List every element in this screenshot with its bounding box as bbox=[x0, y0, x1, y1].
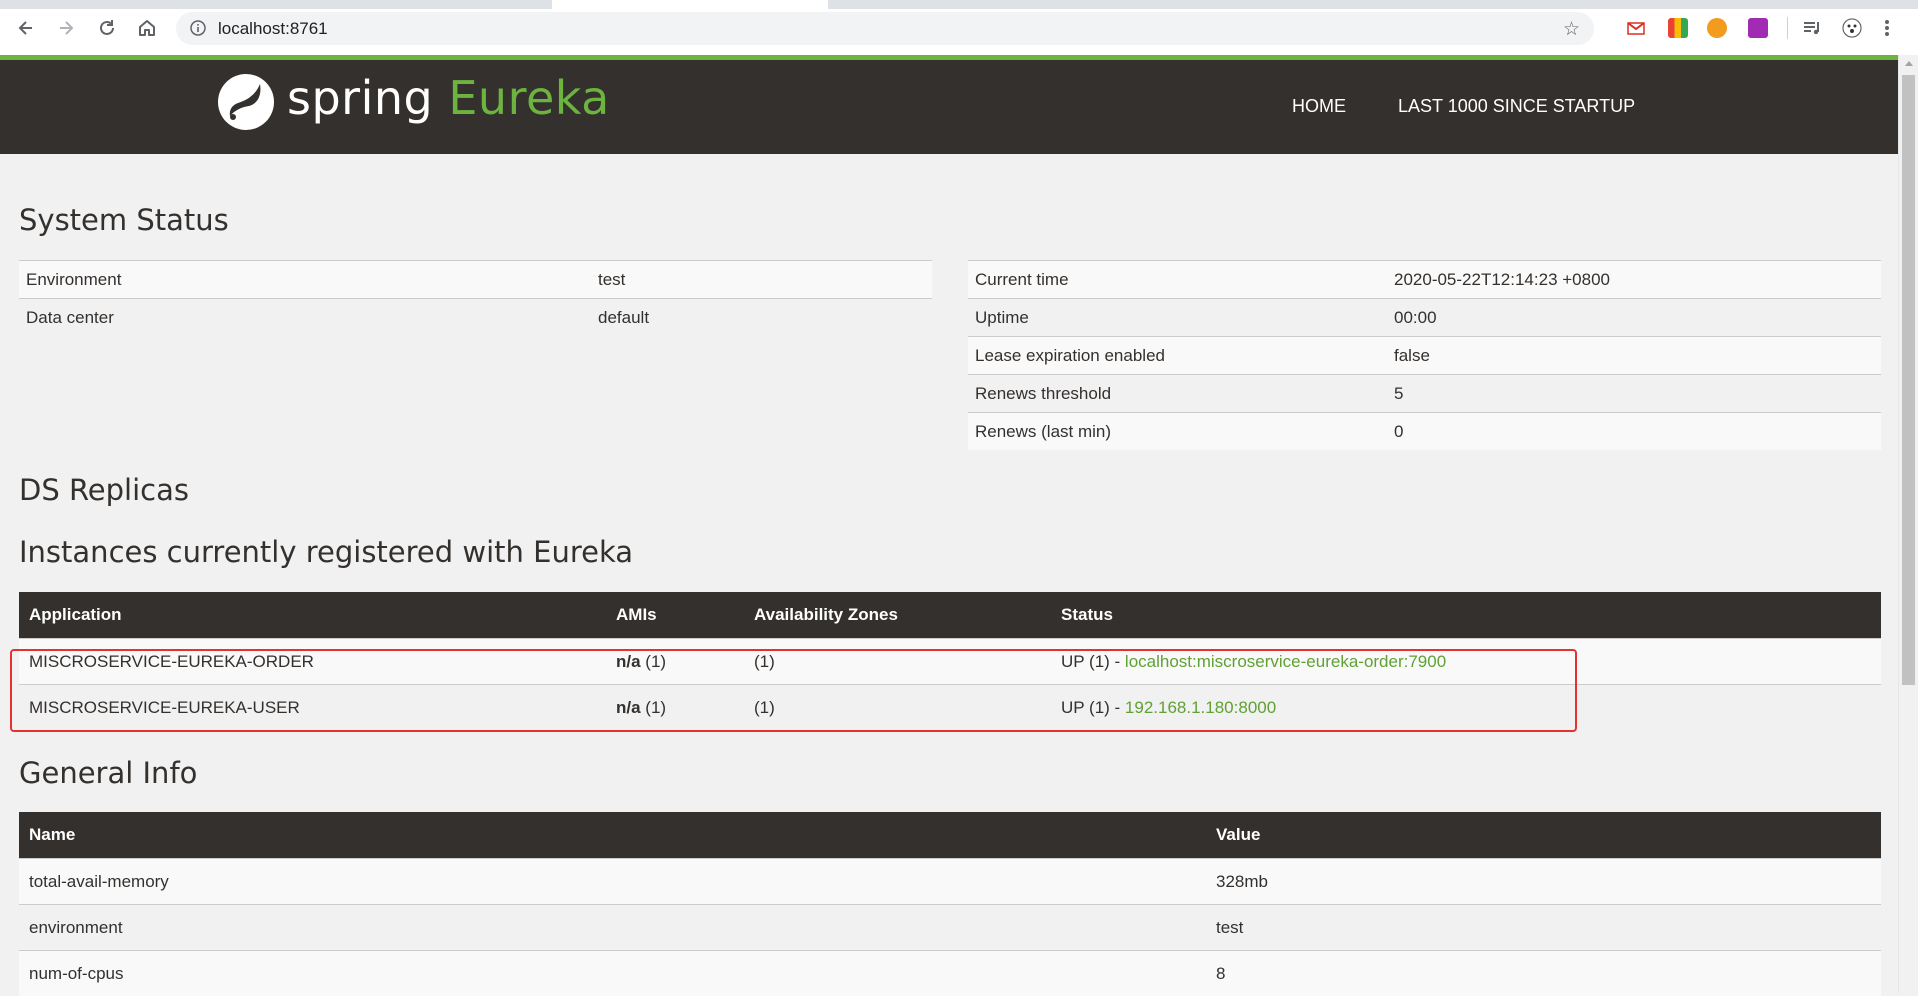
instance-link[interactable]: localhost:miscroservice-eureka-order:790… bbox=[1125, 652, 1446, 671]
spring-leaf-logo-icon[interactable] bbox=[216, 72, 276, 132]
info-value: test bbox=[1206, 905, 1881, 951]
status-value: 2020-05-22T12:14:23 +0800 bbox=[1387, 261, 1881, 299]
status-value: default bbox=[591, 299, 932, 337]
reload-icon[interactable] bbox=[95, 16, 119, 40]
general-info-table: Name Value total-avail-memory 328mb envi… bbox=[19, 812, 1881, 996]
status-value: 00:00 bbox=[1387, 299, 1881, 337]
media-queue-icon[interactable] bbox=[1802, 18, 1822, 38]
table-row: MISCROSERVICE-EUREKA-ORDER n/a (1) (1) U… bbox=[19, 639, 1881, 685]
info-name: num-of-cpus bbox=[19, 951, 1206, 996]
scroll-up-arrow-icon[interactable] bbox=[1905, 61, 1913, 66]
browser-menu-icon[interactable] bbox=[1884, 18, 1890, 38]
status-name: Renews threshold bbox=[968, 375, 1387, 413]
table-header-row: Application AMIs Availability Zones Stat… bbox=[19, 592, 1881, 639]
page-scrollbar[interactable] bbox=[1898, 55, 1918, 993]
orange-extension-icon[interactable] bbox=[1707, 18, 1727, 38]
table-row: Renews threshold 5 bbox=[968, 375, 1881, 413]
status-value: 5 bbox=[1387, 375, 1881, 413]
rp-extension-icon[interactable] bbox=[1748, 18, 1768, 38]
nav-last-1000-link[interactable]: LAST 1000 SINCE STARTUP bbox=[1398, 96, 1635, 117]
application-name: MISCROSERVICE-EUREKA-ORDER bbox=[19, 639, 606, 685]
system-status-title: System Status bbox=[19, 203, 229, 237]
ds-replicas-title: DS Replicas bbox=[19, 473, 189, 507]
status-name: Data center bbox=[19, 299, 591, 337]
table-row: Uptime 00:00 bbox=[968, 299, 1881, 337]
column-header: Application bbox=[19, 592, 606, 639]
active-tab[interactable] bbox=[552, 0, 828, 9]
amis-count: (1) bbox=[641, 652, 667, 671]
instance-link[interactable]: 192.168.1.180:8000 bbox=[1125, 698, 1276, 717]
application-name: MISCROSERVICE-EUREKA-USER bbox=[19, 685, 606, 731]
eureka-navbar: spring Eureka HOME LAST 1000 SINCE START… bbox=[0, 60, 1898, 154]
instances-table: Application AMIs Availability Zones Stat… bbox=[19, 592, 1881, 730]
amis-value: n/a bbox=[616, 652, 641, 671]
brand-eureka-text: Eureka bbox=[448, 71, 609, 125]
column-header: AMIs bbox=[606, 592, 744, 639]
status-text: UP (1) - bbox=[1061, 698, 1125, 717]
table-row: Data center default bbox=[19, 299, 932, 337]
status-text: UP (1) - bbox=[1061, 652, 1125, 671]
status-cell: UP (1) - localhost:miscroservice-eureka-… bbox=[1051, 639, 1881, 685]
nav-home-link[interactable]: HOME bbox=[1292, 96, 1346, 117]
info-value: 8 bbox=[1206, 951, 1881, 996]
table-row: environment test bbox=[19, 905, 1881, 951]
column-header: Availability Zones bbox=[744, 592, 1051, 639]
table-row: Current time 2020-05-22T12:14:23 +0800 bbox=[968, 261, 1881, 299]
status-name: Environment bbox=[19, 261, 591, 299]
zones-cell: (1) bbox=[744, 639, 1051, 685]
info-name: total-avail-memory bbox=[19, 859, 1206, 905]
info-name: environment bbox=[19, 905, 1206, 951]
color-grid-extension-icon[interactable] bbox=[1668, 18, 1688, 38]
forward-icon[interactable] bbox=[54, 16, 78, 40]
profile-avatar-icon[interactable] bbox=[1842, 18, 1862, 38]
table-row: MISCROSERVICE-EUREKA-USER n/a (1) (1) UP… bbox=[19, 685, 1881, 731]
table-row: Renews (last min) 0 bbox=[968, 413, 1881, 451]
system-status-right-table: Current time 2020-05-22T12:14:23 +0800 U… bbox=[968, 260, 1881, 450]
zones-cell: (1) bbox=[744, 685, 1051, 731]
status-cell: UP (1) - 192.168.1.180:8000 bbox=[1051, 685, 1881, 731]
amis-value: n/a bbox=[616, 698, 641, 717]
column-header: Value bbox=[1206, 812, 1881, 859]
info-icon[interactable] bbox=[190, 20, 206, 36]
table-row: Lease expiration enabled false bbox=[968, 337, 1881, 375]
status-name: Uptime bbox=[968, 299, 1387, 337]
browser-toolbar: localhost:8761 ☆ bbox=[0, 0, 1918, 55]
system-status-left-table: Environment test Data center default bbox=[19, 260, 932, 336]
status-name: Lease expiration enabled bbox=[968, 337, 1387, 375]
general-info-title: General Info bbox=[19, 756, 197, 790]
table-header-row: Name Value bbox=[19, 812, 1881, 859]
home-icon[interactable] bbox=[135, 16, 159, 40]
amis-cell: n/a (1) bbox=[606, 685, 744, 731]
url-text[interactable]: localhost:8761 bbox=[218, 19, 328, 39]
status-name: Current time bbox=[968, 261, 1387, 299]
gmail-extension-icon[interactable] bbox=[1626, 18, 1646, 38]
table-row: total-avail-memory 328mb bbox=[19, 859, 1881, 905]
status-value: false bbox=[1387, 337, 1881, 375]
status-value: 0 bbox=[1387, 413, 1881, 451]
status-name: Renews (last min) bbox=[968, 413, 1387, 451]
amis-count: (1) bbox=[641, 698, 667, 717]
table-row: Environment test bbox=[19, 261, 932, 299]
scrollbar-thumb[interactable] bbox=[1902, 75, 1915, 685]
column-header: Name bbox=[19, 812, 1206, 859]
back-icon[interactable] bbox=[14, 16, 38, 40]
bookmark-star-icon[interactable]: ☆ bbox=[1563, 18, 1580, 40]
amis-cell: n/a (1) bbox=[606, 639, 744, 685]
column-header: Status bbox=[1051, 592, 1881, 639]
address-bar[interactable]: localhost:8761 ☆ bbox=[176, 12, 1594, 45]
instances-title: Instances currently registered with Eure… bbox=[19, 535, 633, 569]
info-value: 328mb bbox=[1206, 859, 1881, 905]
brand-title[interactable]: spring Eureka bbox=[287, 68, 610, 128]
status-value: test bbox=[591, 261, 932, 299]
brand-spring-text: spring bbox=[287, 71, 433, 125]
tab-strip bbox=[0, 0, 1918, 9]
table-row: num-of-cpus 8 bbox=[19, 951, 1881, 996]
toolbar-separator bbox=[1787, 17, 1788, 39]
